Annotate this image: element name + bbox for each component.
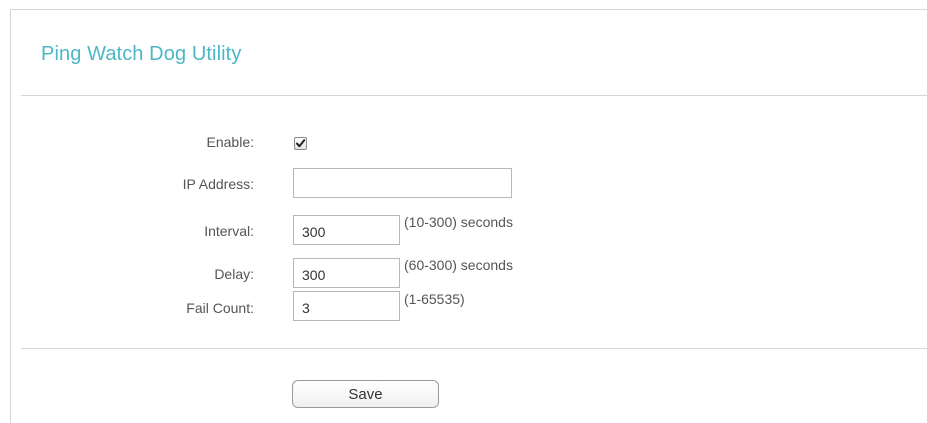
ip-address-label: IP Address: bbox=[182, 176, 254, 192]
save-button[interactable]: Save bbox=[292, 380, 439, 408]
enable-checkbox[interactable] bbox=[294, 137, 307, 150]
top-divider bbox=[21, 95, 927, 96]
fail-count-field[interactable] bbox=[293, 291, 400, 321]
fail-count-label: Fail Count: bbox=[186, 300, 254, 316]
checkmark-icon bbox=[296, 139, 306, 148]
interval-range-hint: (10-300) seconds bbox=[404, 214, 513, 230]
settings-panel: Ping Watch Dog Utility Enable: IP Addres… bbox=[10, 9, 927, 423]
bottom-divider bbox=[21, 348, 927, 349]
interval-field[interactable] bbox=[293, 215, 400, 245]
ip-address-field[interactable] bbox=[293, 168, 512, 198]
interval-label: Interval: bbox=[204, 223, 254, 239]
delay-label: Delay: bbox=[214, 266, 254, 282]
delay-range-hint: (60-300) seconds bbox=[404, 257, 513, 273]
page-title: Ping Watch Dog Utility bbox=[41, 43, 242, 65]
fail-count-range-hint: (1-65535) bbox=[404, 291, 465, 307]
delay-field[interactable] bbox=[293, 258, 400, 288]
enable-label: Enable: bbox=[206, 134, 254, 150]
